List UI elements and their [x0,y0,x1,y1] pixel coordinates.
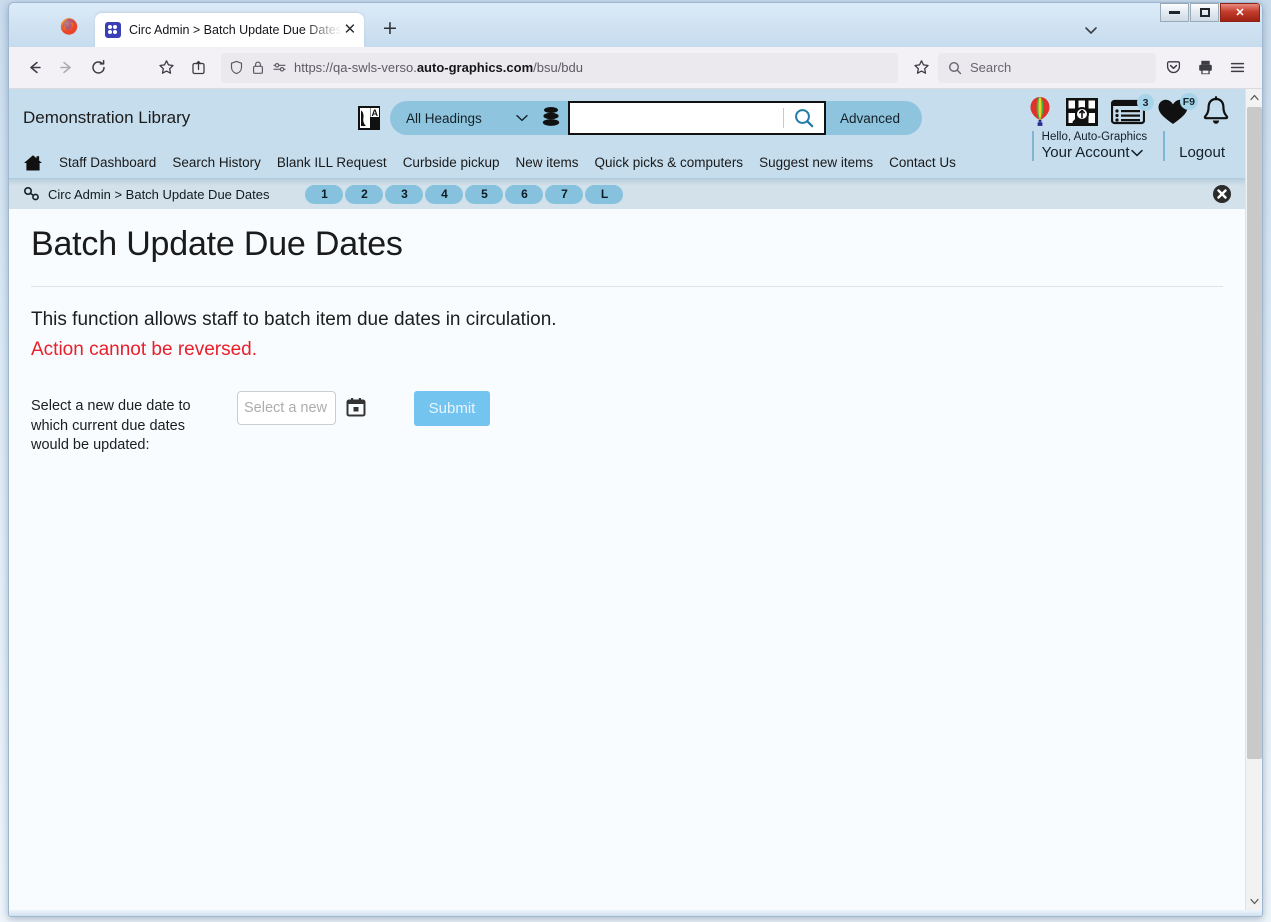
due-date-label: Select a new due date to which current d… [31,398,191,454]
forward-button[interactable] [51,53,81,83]
browser-search-bar[interactable]: Search [938,52,1156,83]
header-icon-group: 3 F9 [1027,93,1231,129]
new-tab-button[interactable]: + [378,17,402,41]
intro-text: This function allows staff to batch item… [31,309,557,330]
account-menu-label[interactable]: Your Account [1042,144,1147,161]
title-divider [31,286,1223,287]
chevron-down-icon [1130,144,1143,161]
page-viewport: Demonstration Library A All Headings Adv… [9,89,1262,910]
browser-window: Circ Admin > Batch Update Due Dates ✕ + … [8,2,1263,917]
search-input[interactable] [570,103,783,133]
browser-toolbar: https://qa-swls-verso.auto-graphics.com/… [9,47,1262,89]
due-date-form: Select a new due date to which current d… [31,391,1223,456]
link-chain-icon [23,186,41,202]
save-to-pocket-icon[interactable] [183,53,213,83]
pill-4[interactable]: 4 [425,184,464,204]
pill-1[interactable]: 1 [305,184,344,204]
library-name: Demonstration Library [23,108,191,127]
database-icon[interactable] [540,105,562,131]
due-date-input[interactable] [237,391,336,425]
scroll-up-arrow[interactable] [1246,89,1262,106]
nav-link-quick-picks[interactable]: Quick picks & computers [595,155,744,170]
scrollbar-thumb[interactable] [1247,107,1262,759]
url-text: https://qa-swls-verso.auto-graphics.com/… [294,60,583,75]
reload-button[interactable] [83,53,113,83]
breadcrumb-bar: Circ Admin > Batch Update Due Dates 1 2 … [9,179,1245,209]
balloon-icon[interactable] [1027,96,1053,128]
main-content: Batch Update Due Dates This function all… [9,209,1245,910]
home-icon[interactable] [23,154,43,172]
calendar-icon[interactable] [346,397,366,417]
search-scope-value: All Headings [406,110,482,126]
warning-text: Action cannot be reversed. [31,339,258,360]
bookmark-star-icon[interactable] [151,53,181,83]
window-controls: ✕ [1160,3,1260,22]
site-search-group: A All Headings Advanced [357,101,923,135]
list-all-tabs-icon[interactable] [1080,19,1102,41]
shield-icon[interactable] [229,60,244,75]
tab-title: Circ Admin > Batch Update Due Dates [129,23,342,37]
browser-tab-active[interactable]: Circ Admin > Batch Update Due Dates ✕ [95,13,364,47]
nav-link-new-items[interactable]: New items [516,155,579,170]
web-page: Demonstration Library A All Headings Adv… [9,89,1245,910]
favorites-badge: F9 [1179,93,1198,110]
search-icon [948,61,962,75]
svg-text:A: A [372,108,379,118]
site-header: Demonstration Library A All Headings Adv… [9,89,1245,162]
page-actions-star-icon[interactable] [906,53,936,83]
back-button[interactable] [19,53,49,83]
close-icon[interactable] [1212,184,1232,204]
search-scope-select[interactable]: All Headings [390,101,538,135]
verso-favicon [105,22,121,38]
window-maximize-button[interactable] [1190,3,1219,22]
page-scrollbar[interactable] [1245,89,1262,910]
search-submit-icon[interactable] [784,103,824,133]
language-translate-icon[interactable]: A [357,105,381,131]
print-icon[interactable] [1190,53,1220,83]
book-search-icon[interactable] [1065,95,1099,129]
advanced-search-button[interactable]: Advanced [826,111,914,126]
pill-3[interactable]: 3 [385,184,424,204]
nav-link-contact-us[interactable]: Contact Us [889,155,956,170]
firefox-logo-icon [59,16,79,36]
page-title: Batch Update Due Dates [31,225,403,263]
tab-close-icon[interactable]: ✕ [342,22,358,38]
account-bar: Hello, Auto-Graphics Your Account Logout [1031,131,1233,162]
nav-link-curbside-pickup[interactable]: Curbside pickup [403,155,500,170]
search-pill: All Headings Advanced [390,101,923,135]
lock-icon[interactable] [251,60,265,75]
my-lists-badge: 3 [1137,94,1154,111]
chevron-down-icon [516,114,528,122]
notifications-bell-icon[interactable] [1201,96,1231,128]
url-bar[interactable]: https://qa-swls-verso.auto-graphics.com/… [221,52,898,83]
pill-5[interactable]: 5 [465,184,504,204]
scroll-down-arrow[interactable] [1246,893,1262,910]
nav-link-search-history[interactable]: Search History [172,155,261,170]
search-input-wrap [568,101,826,135]
page-number-pills: 1 2 3 4 5 6 7 L [305,184,624,204]
account-greeting: Hello, Auto-Graphics [1041,131,1148,143]
nav-link-staff-dashboard[interactable]: Staff Dashboard [59,155,156,170]
pill-l[interactable]: L [585,184,624,204]
app-menu-icon[interactable] [1222,53,1252,83]
tab-strip: Circ Admin > Batch Update Due Dates ✕ + … [9,3,1262,47]
submit-button[interactable]: Submit [414,391,490,426]
browser-search-placeholder: Search [970,60,1012,75]
breadcrumb-text: Circ Admin > Batch Update Due Dates [48,186,270,202]
window-minimize-button[interactable] [1160,3,1189,22]
favorites-heart-icon[interactable]: F9 [1157,93,1198,126]
window-bottom-edge [9,910,1262,916]
pocket-icon[interactable] [1158,53,1188,83]
nav-link-suggest-new-items[interactable]: Suggest new items [759,155,873,170]
site-permissions-icon[interactable] [272,60,287,75]
my-lists-icon[interactable]: 3 [1111,94,1154,125]
pill-7[interactable]: 7 [545,184,584,204]
logout-button[interactable]: Logout [1163,131,1233,162]
pill-6[interactable]: 6 [505,184,544,204]
nav-link-blank-ill-request[interactable]: Blank ILL Request [277,155,387,170]
account-block[interactable]: Hello, Auto-Graphics Your Account [1031,131,1163,162]
pill-2[interactable]: 2 [345,184,384,204]
window-close-button[interactable]: ✕ [1220,3,1260,22]
